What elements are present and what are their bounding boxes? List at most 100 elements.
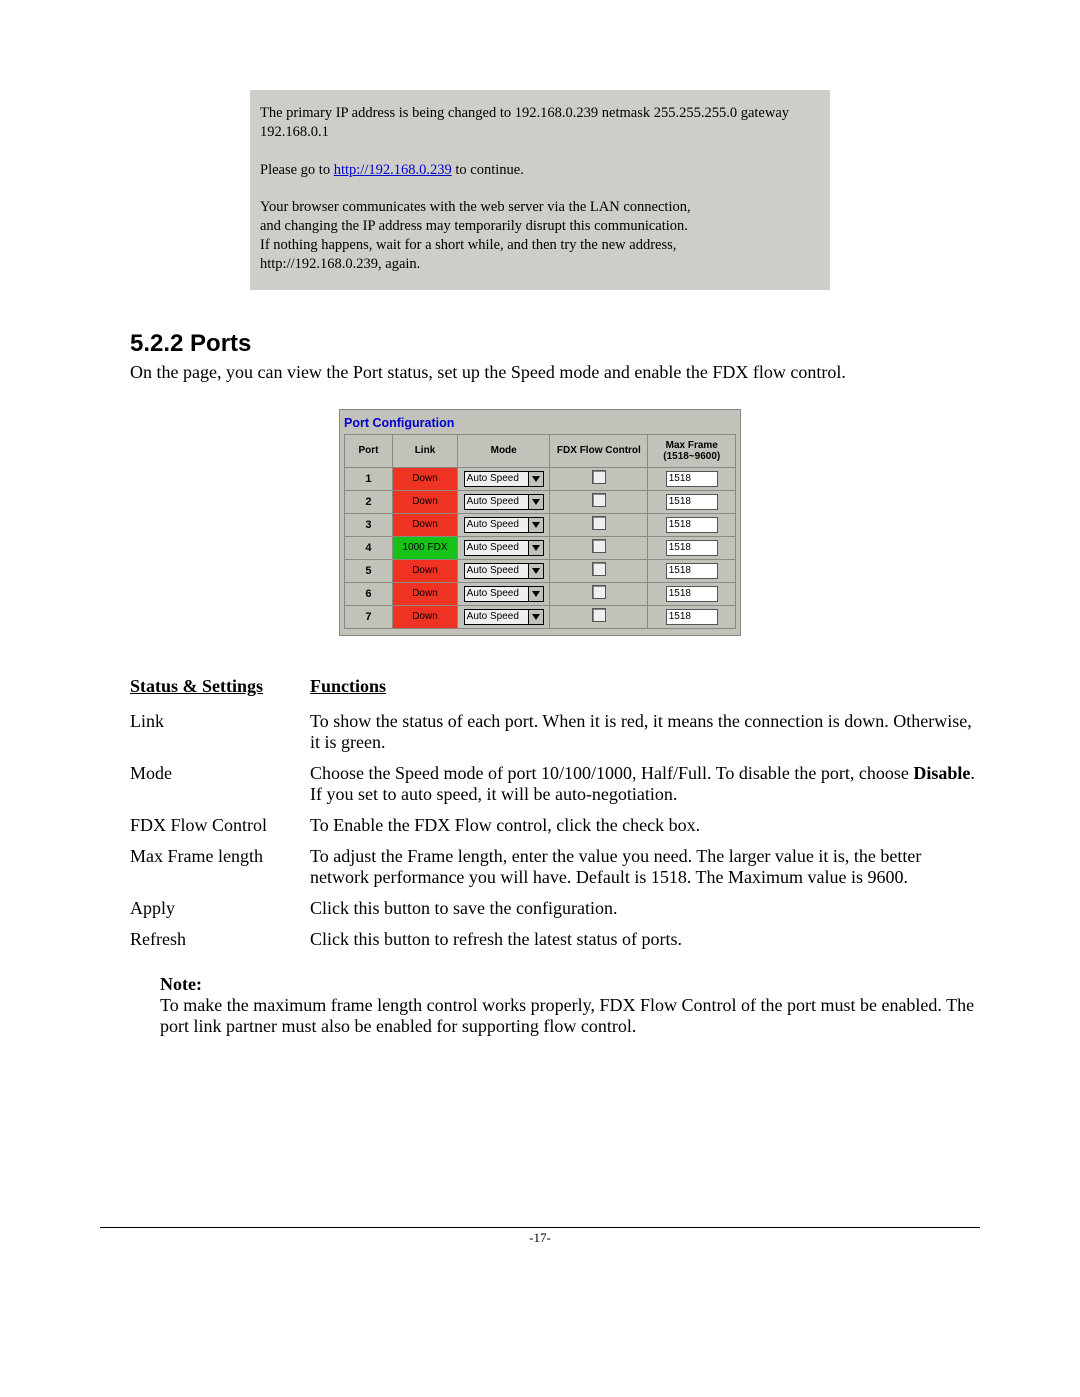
th-port: Port [345,434,393,467]
maxframe-input[interactable] [666,517,718,533]
notice-text: Your browser communicates with the web s… [260,199,691,215]
defs-head-func: Functions [310,676,980,697]
notice-gateway: 192.168.0.1 [260,124,329,140]
mode-select[interactable]: Auto Speed [464,494,544,510]
section-heading: 5.2.2 Ports [130,330,980,358]
cell-maxframe [648,536,736,559]
cell-link-status: Down [392,513,457,536]
notice-text: to continue. [452,162,524,178]
chevron-down-icon [528,495,543,509]
cell-mode: Auto Speed [458,490,550,513]
note-block: Note: To make the maximum frame length c… [160,974,980,1037]
table-row: 3Down Auto Speed [345,513,736,536]
cell-mode: Auto Speed [458,467,550,490]
port-config-panel: Port Configuration Port Link Mode FDX Fl… [339,409,741,636]
table-row: 41000 FDX Auto Speed [345,536,736,559]
th-fdx: FDX Flow Control [550,434,648,467]
fdx-checkbox[interactable] [592,585,606,599]
cell-port: 7 [345,605,393,628]
definition-label: Max Frame length [130,846,310,867]
table-row: 6DownAuto Speed [345,582,736,605]
cell-mode: Auto Speed [458,582,550,605]
cell-fdx [550,605,648,628]
mode-select[interactable]: Auto Speed [464,517,544,533]
definition-label: Link [130,711,310,732]
definition-row: FDX Flow ControlTo Enable the FDX Flow c… [130,815,980,836]
fdx-checkbox[interactable] [592,493,606,507]
chevron-down-icon [528,472,543,486]
cell-link-status: 1000 FDX [392,536,457,559]
maxframe-input[interactable] [666,586,718,602]
page-footer: -17- [100,1227,980,1246]
definition-function: To adjust the Frame length, enter the va… [310,846,980,888]
ip-change-notice: The primary IP address is being changed … [250,90,830,290]
chevron-down-icon [528,518,543,532]
cell-mode: Auto Speed [458,513,550,536]
cell-maxframe [648,513,736,536]
chevron-down-icon [528,564,543,578]
definition-label: Apply [130,898,310,919]
definition-function: To show the status of each port. When it… [310,711,980,753]
notice-text: and changing the IP address may temporar… [260,218,688,234]
maxframe-input[interactable] [666,540,718,556]
th-link: Link [392,434,457,467]
cell-link-status: Down [392,605,457,628]
cell-mode: Auto Speed [458,559,550,582]
definition-row: RefreshClick this button to refresh the … [130,929,980,950]
notice-netmask: 255.255.255.0 [654,105,737,121]
notice-line1: The primary IP address is being changed … [260,104,820,142]
definition-row: ApplyClick this button to save the confi… [130,898,980,919]
mode-select-value: Auto Speed [465,588,528,599]
notice-ip: 192.168.0.239 [515,105,598,121]
definition-label: Mode [130,763,310,784]
mode-select[interactable]: Auto Speed [464,563,544,579]
chevron-down-icon [528,610,543,624]
defs-head-label: Status & Settings [130,676,310,697]
notice-text: If nothing happens, wait for a short whi… [260,237,676,253]
fdx-checkbox[interactable] [592,562,606,576]
table-row: 1DownAuto Speed [345,467,736,490]
note-title: Note: [160,974,980,995]
cell-port: 4 [345,536,393,559]
cell-fdx [550,582,648,605]
th-mode: Mode [458,434,550,467]
maxframe-input[interactable] [666,609,718,625]
notice-text: http://192.168.0.239, again. [260,256,420,272]
maxframe-input[interactable] [666,471,718,487]
port-config-title: Port Configuration [340,410,740,434]
mode-select[interactable]: Auto Speed [464,471,544,487]
cell-mode: Auto Speed [458,536,550,559]
cell-maxframe [648,605,736,628]
definition-row: Max Frame lengthTo adjust the Frame leng… [130,846,980,888]
cell-port: 2 [345,490,393,513]
cell-fdx [550,559,648,582]
mode-select[interactable]: Auto Speed [464,540,544,556]
cell-fdx [550,513,648,536]
mode-select-value: Auto Speed [465,611,528,622]
definition-label: FDX Flow Control [130,815,310,836]
maxframe-input[interactable] [666,494,718,510]
mode-select-value: Auto Speed [465,565,528,576]
maxframe-input[interactable] [666,563,718,579]
cell-maxframe [648,467,736,490]
fdx-checkbox[interactable] [592,608,606,622]
table-row: 2DownAuto Speed [345,490,736,513]
fdx-checkbox[interactable] [592,539,606,553]
cell-port: 3 [345,513,393,536]
cell-maxframe [648,490,736,513]
cell-link-status: Down [392,559,457,582]
fdx-checkbox[interactable] [592,516,606,530]
notice-line2: Please go to http://192.168.0.239 to con… [260,161,820,180]
notice-text: Please go to [260,162,334,178]
mode-select-value: Auto Speed [465,542,528,553]
cell-fdx [550,536,648,559]
notice-continue-link[interactable]: http://192.168.0.239 [334,162,452,178]
cell-port: 1 [345,467,393,490]
cell-fdx [550,467,648,490]
mode-select[interactable]: Auto Speed [464,586,544,602]
fdx-checkbox[interactable] [592,470,606,484]
cell-mode: Auto Speed [458,605,550,628]
th-maxframe: Max Frame (1518~9600) [648,434,736,467]
cell-port: 6 [345,582,393,605]
mode-select[interactable]: Auto Speed [464,609,544,625]
